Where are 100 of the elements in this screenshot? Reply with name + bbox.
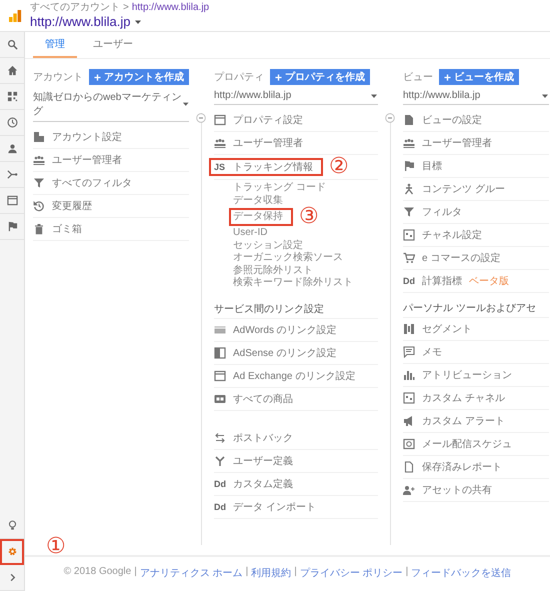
menu-item[interactable]: チャネル設定 [422, 228, 482, 242]
users-icon [214, 137, 226, 149]
document-icon [403, 114, 415, 126]
menu-item[interactable]: メモ [422, 345, 442, 359]
plus-icon [275, 74, 282, 80]
menu-item[interactable]: Ad Exchange のリンク設定 [233, 368, 356, 382]
segment-icon [403, 323, 415, 335]
submenu-item[interactable]: データ収集 [233, 194, 283, 207]
text-icon: Dd [214, 502, 226, 512]
copyright-text: © 2018 Google [64, 566, 132, 579]
dropdown-field[interactable]: http://www.blila.jp [403, 85, 549, 105]
footer-link[interactable]: フィードバックを送信 [411, 566, 512, 580]
bar-chart-logo-icon [8, 8, 22, 22]
menu-item[interactable]: ユーザー管理者 [422, 136, 492, 150]
plus-icon [444, 74, 451, 80]
megaphone-icon [403, 415, 415, 427]
menu-item[interactable]: すべてのフィルタ [52, 176, 132, 190]
menu-item[interactable]: ユーザー管理者 [52, 153, 122, 167]
menu-item[interactable]: カスタム アラート [422, 414, 505, 428]
arrows-icon [214, 432, 226, 444]
flag-icon [6, 221, 18, 232]
menu-item[interactable]: カスタム チャネル [422, 391, 505, 405]
menu-item[interactable]: セグメント [422, 322, 472, 336]
menu-item[interactable]: AdSense のリンク設定 [233, 346, 336, 360]
submenu-item[interactable]: 参照元除外リスト [233, 264, 313, 277]
section-heading: サービス間のリンク設定 [214, 294, 378, 318]
person-icon [6, 143, 18, 154]
column-label: プロパティ [214, 70, 264, 84]
branch-icon [6, 169, 18, 180]
page-icon [403, 461, 415, 473]
alarm-clock-icon [403, 438, 415, 450]
menu-item[interactable]: ビューの設定 [422, 113, 482, 127]
menu-item[interactable]: ゴミ箱 [52, 222, 82, 236]
caret-icon [134, 18, 142, 26]
menu-item[interactable]: アトリビューション [422, 368, 512, 382]
tab[interactable]: ユーザー [81, 32, 145, 58]
footer-link[interactable]: プライバシー ポリシー [300, 566, 403, 580]
menu-item[interactable]: アセットの共有 [422, 483, 492, 497]
window-icon [214, 114, 226, 126]
submenu-item[interactable]: トラッキング コード [233, 182, 326, 194]
submenu-item[interactable]: セッション設定 [233, 240, 303, 252]
footer-link[interactable]: 利用規約 [251, 566, 292, 580]
submenu-item[interactable]: データ保持 [229, 208, 293, 226]
dropdown-field[interactable]: http://www.blila.jp [214, 85, 378, 105]
menu-item[interactable]: 保存済みレポート [422, 460, 502, 474]
dropdown-field[interactable]: 知識ゼロからのwebマーケティング [33, 85, 189, 122]
cart-icon [403, 252, 415, 264]
card-icon [214, 324, 226, 336]
collapse-handle-icon[interactable] [385, 113, 395, 123]
breadcrumb-link[interactable]: すべてのアカウント [30, 2, 120, 14]
footer-separator: | [294, 566, 297, 579]
create-button[interactable]: ビューを作成 [439, 69, 519, 85]
submenu-item[interactable]: User-ID [233, 227, 268, 240]
funnel-icon [403, 206, 415, 218]
menu-item[interactable]: メール配信スケジュ [422, 437, 512, 451]
bar-chart-icon [403, 369, 415, 381]
fork-icon [214, 454, 226, 466]
tile-icon [214, 392, 226, 404]
menu-item[interactable]: プロパティ設定 [233, 113, 303, 127]
menu-item[interactable]: カスタム定義 [233, 476, 293, 490]
menu-item[interactable]: ユーザー管理者 [233, 136, 303, 150]
submenu-item[interactable]: 検索キーワード除外リスト [233, 277, 353, 290]
history-icon [33, 200, 45, 212]
menu-item[interactable]: 変更履歴 [52, 199, 92, 213]
submenu-item[interactable]: オーガニック検索ソース [233, 252, 343, 264]
person-branch-icon [403, 183, 415, 195]
settings-icon [6, 546, 18, 557]
annotation-number: ③ [299, 207, 319, 227]
window-icon [214, 370, 226, 382]
breadcrumb-link[interactable]: http://www.blila.jp [132, 2, 210, 14]
menu-item[interactable]: トラッキング情報 [233, 160, 313, 174]
menu-item[interactable]: e コマースの設定 [422, 251, 500, 265]
tab[interactable]: 管理 [33, 32, 77, 58]
property-selector[interactable]: http://www.blila.jp [30, 14, 210, 30]
menu-item[interactable]: データ インポート [233, 500, 316, 514]
text-icon: Dd [214, 478, 226, 488]
breadcrumb-separator: > [123, 2, 129, 14]
caret-icon [370, 92, 378, 100]
menu-item[interactable]: アカウント設定 [52, 130, 122, 144]
menu-item[interactable]: 目標 [422, 159, 442, 173]
footer-separator: | [406, 566, 408, 579]
create-button[interactable]: プロパティを作成 [270, 69, 370, 85]
menu-item[interactable]: AdWords のリンク設定 [233, 322, 337, 336]
collapse-handle-icon[interactable] [196, 113, 206, 123]
menu-item[interactable]: コンテンツ グルー [422, 182, 505, 196]
users-icon [33, 154, 45, 166]
menu-item[interactable]: 計算指標 [422, 274, 462, 288]
menu-item[interactable]: ポストバック [233, 430, 293, 444]
annotation-number: ② [329, 155, 349, 179]
caret-icon [541, 92, 549, 100]
section-heading: パーソナル ツールおよびアセ [403, 293, 549, 318]
menu-item[interactable]: ユーザー定義 [233, 454, 293, 468]
building-icon [33, 131, 45, 143]
footer-separator: | [246, 566, 248, 579]
menu-item[interactable]: すべての商品 [233, 392, 293, 406]
annotation-number: ① [46, 535, 66, 559]
menu-item[interactable]: フィルタ [422, 205, 462, 219]
footer-link[interactable]: アナリティクス ホーム [140, 566, 243, 580]
create-button[interactable]: アカウントを作成 [89, 69, 189, 85]
column-label: ビュー [403, 71, 433, 84]
